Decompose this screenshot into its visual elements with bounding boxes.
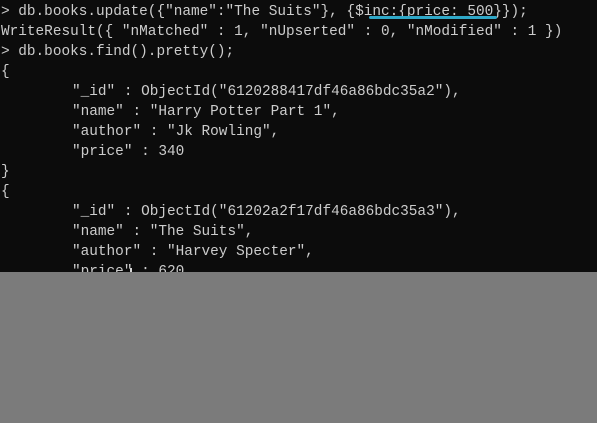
terminal-line-write-result: WriteResult({ "nMatched" : 1, "nUpserted… <box>1 24 563 40</box>
terminal-output: > db.books.update({"name":"The Suits"}, … <box>1 2 562 302</box>
terminal-line-find-command: > db.books.find().pretty(); <box>1 44 235 60</box>
terminal-line-doc1-name: "name" : "Harry Potter Part 1", <box>72 104 340 120</box>
terminal-line-doc1-open: { <box>1 64 10 80</box>
terminal-line-doc1-close: } <box>1 164 10 180</box>
terminal-line-doc1-id: "_id" : ObjectId("6120288417df46a86bdc35… <box>72 84 461 100</box>
terminal-line-doc2-open: { <box>1 184 10 200</box>
terminal-line-doc2-author: "author" : "Harvey Specter", <box>72 244 314 260</box>
terminal-line-doc1-price: "price" : 340 <box>72 144 185 160</box>
terminal-line-doc1-author: "author" : "Jk Rowling", <box>72 124 280 140</box>
terminal-line-doc2-name: "name" : "The Suits", <box>72 224 254 240</box>
inc-highlight-underline <box>369 16 497 19</box>
obscuring-gray-block-left <box>0 286 112 423</box>
terminal-window[interactable]: > db.books.update({"name":"The Suits"}, … <box>0 0 597 423</box>
terminal-line-doc2-id: "_id" : ObjectId("61202a2f17df46a86bdc35… <box>72 204 461 220</box>
terminal-line-update-command: > db.books.update({"name":"The Suits"}, … <box>1 4 528 20</box>
